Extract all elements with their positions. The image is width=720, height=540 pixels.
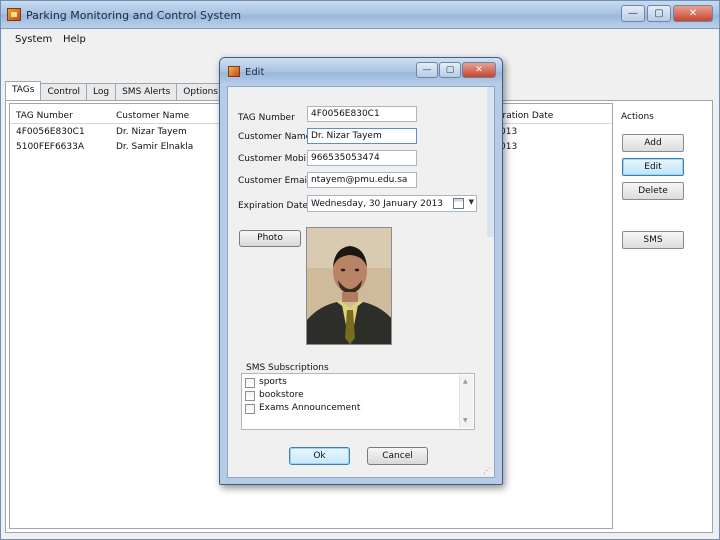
delete-button[interactable]: Delete <box>622 182 684 200</box>
scroll-up-icon[interactable]: ▲ <box>463 378 468 385</box>
add-button[interactable]: Add <box>622 134 684 152</box>
scroll-down-icon[interactable]: ▼ <box>463 417 468 424</box>
cell-tag-number: 4F0056E830C1 <box>16 127 85 137</box>
tag-number-label: TAG Number <box>238 113 295 123</box>
resize-grip-icon[interactable]: ⋰ <box>483 466 491 475</box>
calendar-icon[interactable] <box>453 198 464 209</box>
expiration-date-picker[interactable]: Wednesday, 30 January 2013 ▼ <box>307 195 477 212</box>
column-header-tag-number[interactable]: TAG Number <box>16 111 73 121</box>
checkbox-label: Exams Announcement <box>259 403 361 413</box>
checkbox-bookstore[interactable] <box>245 391 255 401</box>
customer-name-field[interactable]: Dr. Nizar Tayem <box>307 128 417 144</box>
menu-system[interactable]: System <box>15 34 52 45</box>
maximize-button[interactable]: ▢ <box>647 5 671 22</box>
tab-control[interactable]: Control <box>40 83 88 100</box>
dialog-maximize-button[interactable]: ▢ <box>439 62 461 78</box>
tab-strip: TAGs Control Log SMS Alerts Options <box>5 81 225 100</box>
dialog-minimize-button[interactable]: — <box>416 62 438 78</box>
customer-mobile-field[interactable]: 966535053474 <box>307 150 417 166</box>
cancel-button[interactable]: Cancel <box>367 447 428 465</box>
tab-options[interactable]: Options <box>176 83 225 100</box>
app-icon <box>7 8 21 21</box>
customer-mobile-label: Customer Mobile <box>238 154 315 164</box>
checkbox-label: sports <box>259 377 287 387</box>
checkbox-sports[interactable] <box>245 378 255 388</box>
dialog-title: Edit <box>245 67 265 78</box>
ok-button[interactable]: Ok <box>289 447 350 465</box>
edit-button[interactable]: Edit <box>622 158 684 176</box>
checkbox-exams-announcement[interactable] <box>245 404 255 414</box>
customer-email-label: Customer Email <box>238 176 310 186</box>
actions-label: Actions <box>621 112 654 122</box>
expiration-date-value: Wednesday, 30 January 2013 <box>311 199 444 209</box>
cell-tag-number: 5100FEF6633A <box>16 142 85 152</box>
checkbox-label: bookstore <box>259 390 304 400</box>
expiration-date-label: Expiration Date <box>238 201 309 211</box>
tab-sms-alerts[interactable]: SMS Alerts <box>115 83 178 100</box>
column-header-expiration-date[interactable]: iration Date <box>500 111 553 121</box>
list-scrollbar[interactable]: ▲ ▼ <box>459 375 473 428</box>
close-button[interactable]: ✕ <box>673 5 713 22</box>
menu-help[interactable]: Help <box>63 34 86 45</box>
minimize-button[interactable]: — <box>621 5 645 22</box>
customer-name-label: Customer Name <box>238 132 312 142</box>
photo-button[interactable]: Photo <box>239 230 301 247</box>
tab-log[interactable]: Log <box>86 83 117 100</box>
dialog-icon <box>228 66 240 77</box>
column-header-customer-name[interactable]: Customer Name <box>116 111 189 121</box>
dialog-close-button[interactable]: ✕ <box>462 62 496 78</box>
sms-subscriptions-title: SMS Subscriptions <box>244 363 331 373</box>
window-title: Parking Monitoring and Control System <box>26 9 242 22</box>
menu-bar: System Help <box>1 30 719 50</box>
customer-email-field[interactable]: ntayem@pmu.edu.sa <box>307 172 417 188</box>
sms-button[interactable]: SMS <box>622 231 684 249</box>
dialog-title-bar[interactable]: Edit — ▢ ✕ <box>220 58 502 86</box>
chevron-down-icon[interactable]: ▼ <box>469 198 474 206</box>
dialog-scrollbar[interactable] <box>487 87 494 237</box>
title-bar[interactable]: Parking Monitoring and Control System — … <box>1 1 719 29</box>
tab-tags[interactable]: TAGs <box>5 81 42 100</box>
tag-number-field[interactable]: 4F0056E830C1 <box>307 106 417 122</box>
cell-customer-name: Dr. Samir Elnakla <box>116 142 194 152</box>
cell-customer-name: Dr. Nizar Tayem <box>116 127 187 137</box>
customer-photo <box>306 227 392 345</box>
